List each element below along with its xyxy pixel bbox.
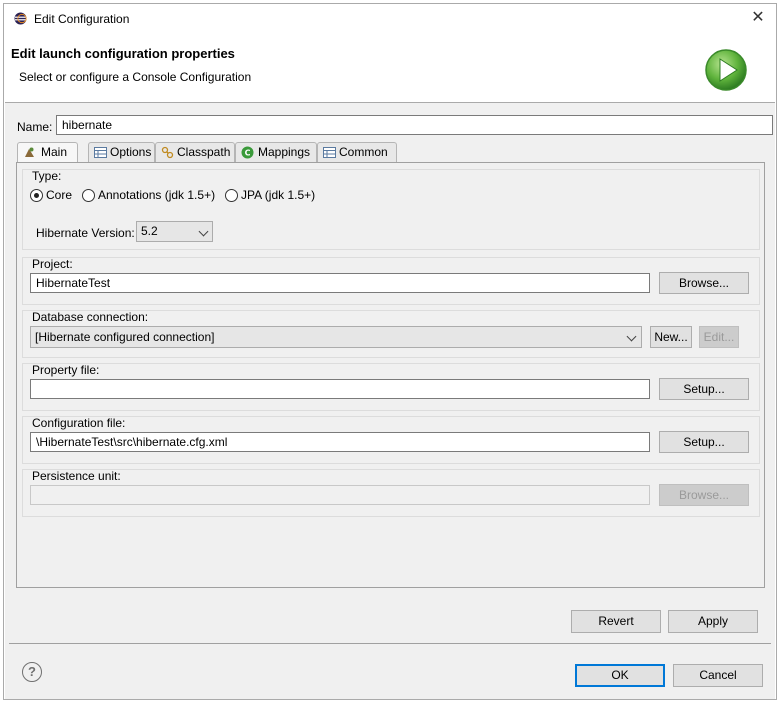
main-tab-panel: Type: Core Annotations (jdk 1.5+) JPA (j… [16,162,765,588]
type-group-label: Type: [32,169,62,183]
chevron-down-icon [198,226,209,237]
tab-options[interactable]: Options [88,142,155,162]
tab-common-label: Common [339,145,388,159]
radio-circle [225,189,238,202]
apply-button[interactable]: Apply [668,610,758,633]
ok-button[interactable]: OK [575,664,665,687]
chevron-down-icon [626,331,637,342]
database-connection-select[interactable]: [Hibernate configured connection] [30,326,642,348]
property-file-label: Property file: [32,363,100,377]
radio-core-label: Core [46,188,73,202]
common-icon [323,147,336,158]
configuration-setup-button[interactable]: Setup... [659,431,749,453]
persistence-unit-group: Persistence unit: Browse... [22,469,760,517]
configuration-file-input[interactable]: \HibernateTest\src\hibernate.cfg.xml [30,432,650,452]
header-title: Edit launch configuration properties [11,46,235,61]
revert-button[interactable]: Revert [571,610,661,633]
title-bar: Edit Configuration ✕ [4,4,776,32]
tab-main-label: Main [41,145,68,159]
run-icon [705,49,747,91]
database-connection-label: Database connection: [32,310,149,324]
hibernate-version-select[interactable]: 5.2 [136,221,213,242]
persistence-browse-button: Browse... [659,484,749,506]
edit-configuration-dialog: Edit Configuration ✕ Edit launch configu… [3,3,777,700]
name-label: Name: [17,120,53,134]
tab-classpath[interactable]: Classpath [155,142,235,162]
persistence-unit-input [30,485,650,505]
dialog-header: Edit launch configuration properties Sel… [4,32,776,102]
classpath-icon [161,146,174,159]
close-button[interactable]: ✕ [748,8,768,28]
new-connection-button[interactable]: New... [650,326,692,348]
tab-mappings-label: Mappings [258,145,311,159]
options-icon [94,147,107,158]
eclipse-icon [14,12,27,25]
tab-main[interactable]: Main [17,142,78,163]
edit-connection-button[interactable]: Edit... [699,326,739,348]
tab-mappings[interactable]: C Mappings [235,142,317,162]
persistence-unit-label: Persistence unit: [32,469,121,483]
radio-annotations-label: Annotations (jdk 1.5+) [98,188,216,202]
type-group: Type: Core Annotations (jdk 1.5+) JPA (j… [22,169,760,250]
mappings-icon: C [241,146,254,159]
project-browse-button[interactable]: Browse... [659,272,749,294]
header-subtitle: Select or configure a Console Configurat… [19,70,252,84]
property-setup-button[interactable]: Setup... [659,378,749,400]
radio-circle [82,189,95,202]
database-connection-value: [Hibernate configured connection] [35,330,215,344]
database-connection-group: Database connection: [Hibernate configur… [22,310,760,358]
configuration-file-label: Configuration file: [32,416,126,430]
radio-jpa-label: JPA (jdk 1.5+) [241,188,316,202]
close-icon: ✕ [751,9,765,26]
cancel-button[interactable]: Cancel [673,664,763,687]
dialog-content: Name: hibernate Main Options Classpath C… [5,102,775,699]
name-input[interactable]: hibernate [56,115,773,135]
main-icon [25,147,34,157]
svg-text:C: C [245,149,251,158]
project-group: Project: HibernateTest Browse... [22,257,760,305]
hibernate-version-value: 5.2 [141,224,158,238]
tab-common[interactable]: Common [317,142,397,162]
footer-divider [9,643,771,644]
radio-dot [34,193,39,198]
help-icon[interactable]: ? [22,662,42,682]
property-file-input[interactable] [30,379,650,399]
project-group-label: Project: [32,257,73,271]
property-file-group: Property file: Setup... [22,363,760,411]
window-title: Edit Configuration [34,12,130,26]
radio-circle [30,189,43,202]
configuration-file-group: Configuration file: \HibernateTest\src\h… [22,416,760,464]
project-input[interactable]: HibernateTest [30,273,650,293]
hibernate-version-label: Hibernate Version: [36,226,135,240]
tab-options-label: Options [110,145,152,159]
tab-classpath-label: Classpath [177,145,231,159]
